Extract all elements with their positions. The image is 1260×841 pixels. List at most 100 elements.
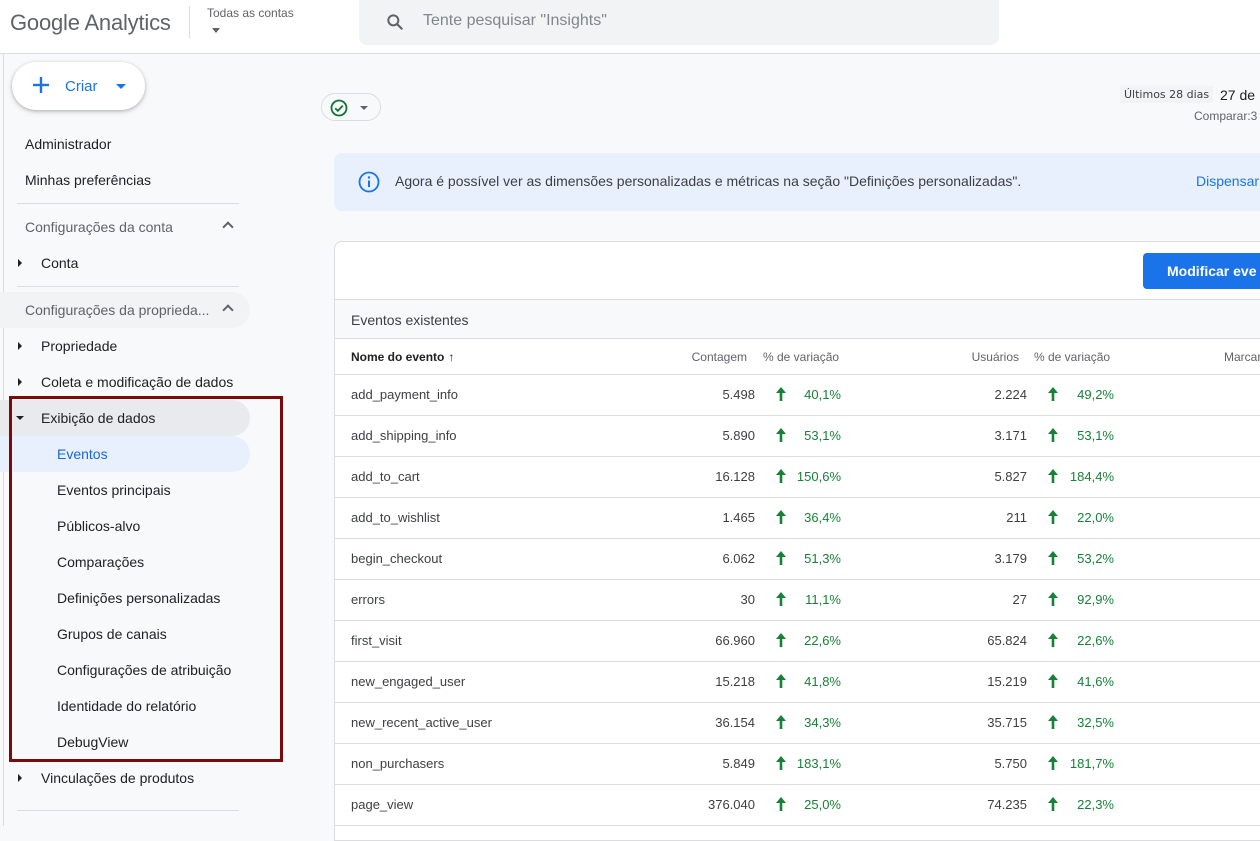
event-count: 36.154 [715, 715, 755, 730]
header-divider [189, 6, 190, 38]
arrow-up-icon [775, 468, 787, 484]
arrow-up-icon [775, 550, 787, 566]
dismiss-button[interactable]: Dispensar [1196, 173, 1259, 189]
event-count: 16.128 [715, 469, 755, 484]
table-row[interactable]: new_engaged_user 15.218 41,8% 15.219 41,6% [335, 662, 1260, 703]
sidebar-item-reporting-identity[interactable]: Identidade do relatório [0, 688, 250, 724]
sidebar-section-account-settings[interactable]: Configurações da conta [0, 209, 250, 245]
event-name[interactable]: errors [351, 592, 385, 607]
event-name[interactable]: new_recent_active_user [351, 715, 492, 730]
event-name[interactable]: non_purchasers [351, 756, 444, 771]
account-selector-caret-icon[interactable] [212, 28, 220, 33]
create-button[interactable]: Criar [12, 62, 145, 110]
top-bar: Google Analytics Todas as contas [0, 0, 1260, 54]
event-count: 376.040 [708, 797, 755, 812]
event-count: 1.465 [722, 510, 755, 525]
status-chip[interactable] [321, 93, 381, 121]
count-change: 150,6% [796, 469, 841, 484]
users-change: 22,3% [1077, 797, 1114, 812]
banner-text: Agora é possível ver as dimensões person… [395, 173, 1022, 189]
event-name[interactable]: page_view [351, 797, 413, 812]
column-header-count[interactable]: Contagem [692, 350, 747, 364]
sidebar-item-custom-definitions[interactable]: Definições personalizadas [0, 580, 250, 616]
sidebar-item-audiences[interactable]: Públicos-alvo [0, 508, 250, 544]
column-header-users[interactable]: Usuários [972, 350, 1019, 364]
column-header-users-change[interactable]: % de variação [1034, 350, 1110, 364]
event-count: 5.498 [722, 387, 755, 402]
table-row[interactable]: add_payment_info 5.498 40,1% 2.224 49,2% [335, 375, 1260, 416]
arrow-up-icon [1047, 632, 1059, 648]
count-change: 11,1% [805, 592, 841, 607]
arrow-up-icon [775, 673, 787, 689]
count-change: 183,1% [796, 756, 841, 771]
count-change: 36,4% [804, 510, 841, 525]
sidebar-item-key-events[interactable]: Eventos principais [0, 472, 250, 508]
date-range-value[interactable]: 27 de [1220, 87, 1255, 103]
sidebar-section-property-settings[interactable]: Configurações da proprieda... [0, 292, 250, 328]
modify-events-button[interactable]: Modificar eve [1143, 253, 1260, 289]
sidebar-item-channel-groups[interactable]: Grupos de canais [0, 616, 250, 652]
table-row[interactable]: begin_checkout 6.062 51,3% 3.179 53,2% [335, 539, 1260, 580]
expand-arrow-icon [18, 342, 22, 350]
divider [17, 286, 239, 287]
users-change: 22,6% [1077, 633, 1114, 648]
event-users: 5.827 [994, 469, 1027, 484]
search-input[interactable] [423, 12, 823, 30]
sidebar-item-property[interactable]: Propriedade [0, 328, 250, 364]
event-users: 2.224 [994, 387, 1027, 402]
arrow-up-icon [775, 755, 787, 771]
arrow-up-icon [1047, 796, 1059, 812]
users-change: 53,2% [1077, 551, 1114, 566]
event-users: 65.824 [987, 633, 1027, 648]
column-header-event-name[interactable]: Nome do evento ↑ [351, 350, 454, 364]
app-logo[interactable]: Google Analytics [10, 10, 171, 36]
users-change: 22,0% [1077, 510, 1114, 525]
compare-label: Comparar:3 [1194, 109, 1258, 123]
event-name[interactable]: add_to_cart [351, 469, 420, 484]
arrow-up-icon [1047, 673, 1059, 689]
sidebar-item-data-display[interactable]: Exibição de dados [0, 400, 250, 436]
sidebar-item-admin[interactable]: Administrador [0, 126, 250, 162]
date-range-label[interactable]: Últimos 28 dias [1120, 86, 1214, 103]
arrow-up-icon [775, 509, 787, 525]
table-row[interactable]: add_to_wishlist 1.465 36,4% 211 22,0% [335, 498, 1260, 539]
sidebar-item-comparisons[interactable]: Comparações [0, 544, 250, 580]
table-row[interactable]: errors 30 11,1% 27 92,9% [335, 580, 1260, 621]
table-row[interactable]: page_view 376.040 25,0% 74.235 22,3% [335, 785, 1260, 826]
event-users: 74.235 [987, 797, 1027, 812]
sort-ascending-icon: ↑ [448, 350, 455, 364]
caret-down-icon [360, 106, 368, 110]
table-row[interactable]: new_recent_active_user 36.154 34,3% 35.715 3… [335, 703, 1260, 744]
users-change: 32,5% [1077, 715, 1114, 730]
sidebar-item-debugview[interactable]: DebugView [0, 724, 250, 760]
table-row[interactable]: add_to_cart 16.128 150,6% 5.827 184,4% [335, 457, 1260, 498]
table-row[interactable]: add_shipping_info 5.890 53,1% 3.171 53,1% [335, 416, 1260, 457]
event-name[interactable]: add_to_wishlist [351, 510, 440, 525]
table-row[interactable]: non_purchasers 5.849 183,1% 5.750 181,7% [335, 744, 1260, 785]
event-name[interactable]: add_shipping_info [351, 428, 457, 443]
event-name[interactable]: first_visit [351, 633, 402, 648]
sidebar-item-preferences[interactable]: Minhas preferências [0, 162, 250, 198]
users-change: 41,6% [1077, 674, 1114, 689]
sidebar-item-data-collection[interactable]: Coleta e modificação de dados [0, 364, 250, 400]
account-selector[interactable]: Todas as contas [207, 6, 294, 20]
event-name[interactable]: begin_checkout [351, 551, 442, 566]
arrow-up-icon [1047, 550, 1059, 566]
table-header: Nome do evento ↑ Contagem % de variação U… [335, 339, 1260, 375]
event-users: 3.171 [994, 428, 1027, 443]
event-count: 15.218 [715, 674, 755, 689]
event-name[interactable]: add_payment_info [351, 387, 458, 402]
column-header-count-change[interactable]: % de variação [763, 350, 839, 364]
sidebar-item-account[interactable]: Conta [0, 245, 250, 281]
users-change: 184,4% [1069, 469, 1114, 484]
sidebar-item-events[interactable]: Eventos [0, 436, 250, 472]
event-count: 5.849 [722, 756, 755, 771]
search-bar[interactable] [359, 0, 999, 45]
count-change: 22,6% [804, 633, 841, 648]
table-row[interactable]: first_visit 66.960 22,6% 65.824 22,6% [335, 621, 1260, 662]
event-name[interactable]: new_engaged_user [351, 674, 465, 689]
event-users: 15.219 [987, 674, 1027, 689]
sidebar-item-attribution-settings[interactable]: Configurações de atribuição [0, 652, 250, 688]
sidebar-item-product-links[interactable]: Vinculações de produtos [0, 760, 250, 796]
create-label: Criar [65, 78, 98, 95]
